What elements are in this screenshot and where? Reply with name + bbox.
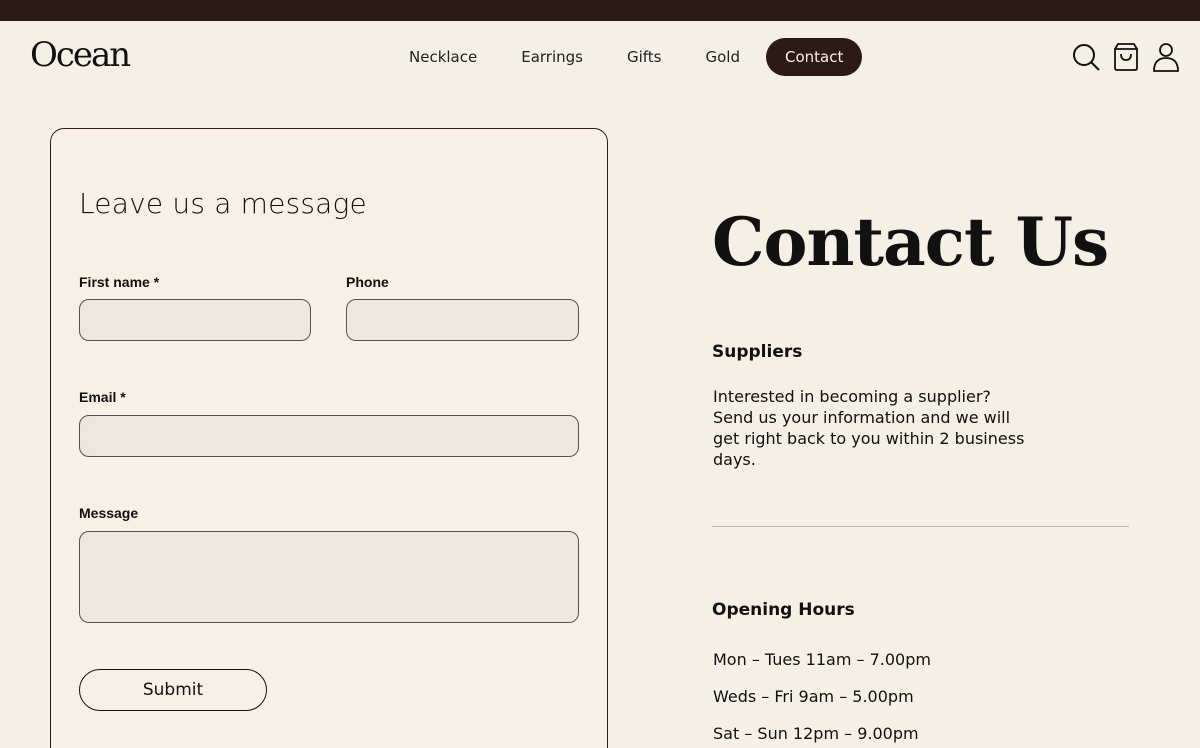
logo[interactable]: Ocean	[30, 35, 131, 75]
first-name-label: First name *	[79, 274, 160, 290]
first-name-input[interactable]	[79, 299, 311, 341]
submit-button[interactable]: Submit	[79, 669, 267, 711]
nav-item-necklace[interactable]: Necklace	[387, 38, 499, 76]
suppliers-line: days.	[713, 450, 756, 469]
header-icons	[1072, 41, 1180, 73]
email-label: Email *	[79, 389, 126, 405]
nav-item-contact[interactable]: Contact	[766, 38, 863, 76]
form-title: Leave us a message	[79, 187, 367, 220]
user-icon[interactable]	[1152, 41, 1180, 73]
suppliers-line: Interested in becoming a supplier?	[713, 387, 991, 406]
suppliers-line: get right back to you within 2 business	[713, 429, 1025, 448]
opening-hours-heading: Opening Hours	[712, 600, 855, 620]
suppliers-text: Interested in becoming a supplier? Send …	[713, 386, 1024, 470]
phone-input[interactable]	[346, 299, 579, 341]
suppliers-line: Send us your information and we will	[713, 408, 1011, 427]
email-input[interactable]	[79, 415, 579, 457]
nav-item-gifts[interactable]: Gifts	[605, 38, 684, 76]
hours-line: Sat – Sun 12pm – 9.00pm	[713, 724, 919, 743]
message-label: Message	[79, 505, 139, 521]
hours-line: Weds – Fri 9am – 5.00pm	[713, 687, 914, 706]
message-textarea[interactable]	[79, 531, 579, 623]
phone-label: Phone	[346, 274, 389, 290]
suppliers-heading: Suppliers	[712, 342, 803, 362]
main-nav: Necklace Earrings Gifts Gold Contact	[387, 38, 863, 76]
hours-line: Mon – Tues 11am – 7.00pm	[713, 650, 931, 669]
cart-icon[interactable]	[1112, 41, 1140, 73]
search-icon[interactable]	[1072, 41, 1100, 73]
page-title: Contact Us	[712, 203, 1109, 281]
section-divider	[712, 526, 1129, 527]
announcement-bar	[0, 0, 1200, 21]
nav-item-earrings[interactable]: Earrings	[499, 38, 605, 76]
contact-form: Leave us a message First name * Phone Em…	[50, 128, 608, 748]
site-header: Ocean Necklace Earrings Gifts Gold Conta…	[0, 21, 1200, 93]
nav-item-gold[interactable]: Gold	[684, 38, 763, 76]
